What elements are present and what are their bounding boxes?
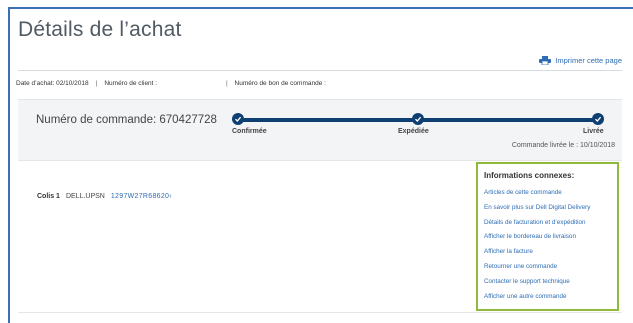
related-link-other-order[interactable]: Afficher une autre commande: [484, 290, 617, 305]
meta-separator: |: [226, 80, 228, 87]
header-divider: [18, 70, 622, 71]
tracking-number-link[interactable]: 1297W27R68620‹: [111, 193, 172, 200]
package-row: Colis 1 DELL.UPSN 1297W27R68620‹: [37, 193, 172, 200]
related-link-packing-slip[interactable]: Afficher le bordereau de livraison: [484, 230, 617, 245]
step-shipped-check-icon: [412, 113, 424, 125]
step-confirmed-check-icon: [232, 113, 244, 125]
related-link-tech-support[interactable]: Contacter le support technique: [484, 275, 617, 290]
order-meta-row: Date d’achat: 02/10/2018 | Numéro de cli…: [16, 80, 157, 87]
related-link-return-order[interactable]: Retourner une commande: [484, 260, 617, 275]
page-title: Détails de l’achat: [18, 18, 182, 41]
related-link-items[interactable]: Articles de cette commande: [484, 186, 617, 201]
related-info-box: Informations connexes: Articles de cette…: [476, 162, 619, 311]
step-label-confirmed: Confirmée: [232, 128, 267, 135]
related-link-invoice[interactable]: Afficher la facture: [484, 245, 617, 260]
meta-separator: |: [95, 80, 98, 87]
order-progress-tracker: [232, 110, 604, 130]
purchase-date: Date d’achat: 02/10/2018: [16, 80, 89, 87]
step-label-shipped: Expédiée: [398, 128, 429, 135]
delivered-date: Commande livrée le : 10/10/2018: [511, 142, 615, 149]
order-status-panel: [18, 99, 622, 161]
print-page-link[interactable]: Imprimer cette page: [539, 56, 622, 66]
print-page-label: Imprimer cette page: [555, 56, 622, 65]
related-links-list: Articles de cette commande En savoir plu…: [484, 186, 617, 304]
related-link-billing-shipping[interactable]: Détails de facturation et d’expédition: [484, 216, 617, 231]
client-number: Numéro de client :: [104, 80, 158, 87]
step-label-delivered: Livrée: [583, 128, 604, 135]
related-info-title: Informations connexes:: [484, 171, 575, 180]
package-label: Colis 1: [37, 193, 60, 200]
po-number: Numéro de bon de commande :: [234, 80, 326, 87]
package-carrier: DELL.UPSN: [65, 193, 105, 200]
related-link-digital-delivery[interactable]: En savoir plus sur Dell Digital Delivery: [484, 201, 617, 216]
order-number: Numéro de commande: 670427728: [36, 114, 217, 126]
printer-icon: [539, 56, 552, 66]
po-number-block: | Numéro de bon de commande :: [226, 80, 326, 87]
step-delivered-check-icon: [592, 113, 604, 125]
